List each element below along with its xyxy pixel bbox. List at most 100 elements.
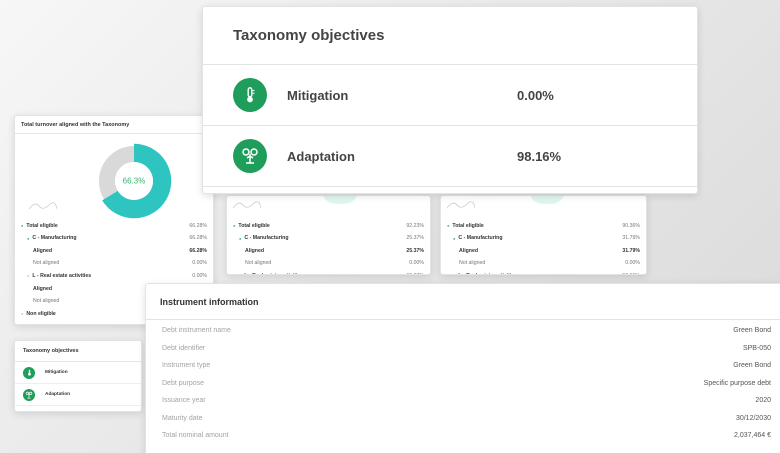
taxonomy-row-label: Adaptation <box>287 148 355 164</box>
breakdown-row-label-wrap: ● C - Manufacturing <box>233 235 289 241</box>
breakdown-row-value: 92.23% <box>406 222 424 229</box>
instrument-row: Total nominal amount 2,037,464 € <box>146 427 780 445</box>
breakdown-row-label: L - Real estate activities <box>32 272 92 279</box>
breakdown-row-label: L - Real estate activities <box>458 273 517 274</box>
breakdown-row-label-wrap: Not aligned <box>21 260 59 266</box>
breakdown-row-label-wrap: ● Total eligible <box>233 223 270 229</box>
breakdown-row-value: 0.00% <box>192 260 207 267</box>
breakdown-row-value: 25.37% <box>406 247 424 254</box>
breakdown-row: ●L - Real estate activities 66.87% <box>233 271 424 274</box>
breakdown-row-label-wrap: ● C - Manufacturing <box>21 235 77 241</box>
breakdown-row: Aligned 66.28% <box>21 246 207 255</box>
small-taxonomy-title: Taxonomy objectives <box>15 341 141 362</box>
breakdown-row: ● Total eligible 66.28% <box>21 221 207 230</box>
breakdown-row: ● C - Manufacturing 31.79% <box>447 234 640 243</box>
bullet-icon: ● <box>21 311 24 317</box>
breakdown-row-label-wrap: Not aligned <box>21 298 59 304</box>
small-taxonomy-label: Adaptation <box>45 392 71 397</box>
taxonomy-objectives-title: Taxonomy objectives <box>203 7 697 65</box>
bullet-icon: ● <box>27 273 30 279</box>
instrument-row: Debt instrument name Green Bond <box>146 322 780 340</box>
instrument-row-key: Maturity date <box>162 414 203 422</box>
turnover-donut: 66.3% <box>15 136 213 231</box>
instrument-row-key: Issuance year <box>162 397 206 405</box>
breakdown-row: Aligned 25.37% <box>233 246 424 255</box>
breakdown-row-value: 66.28% <box>189 235 207 242</box>
breakdown-row-value: 66.28% <box>189 222 207 229</box>
bullet-icon: ● <box>233 223 236 228</box>
breakdown-row-label-wrap: ● C - Manufacturing <box>447 235 503 241</box>
taxonomy-row-label: Mitigation <box>287 87 349 103</box>
bullet-icon: ● <box>21 223 24 228</box>
breakdown-row-label: C - Manufacturing <box>32 235 77 242</box>
instrument-row-key: Debt instrument name <box>162 327 231 335</box>
small-taxonomy-row-mitigation[interactable]: Mitigation <box>15 362 141 384</box>
bullet-icon: ● <box>239 235 242 241</box>
breakdown-row: Not aligned 0.00% <box>447 259 640 268</box>
breakdown-row-label-wrap: ●L - Real estate activities <box>233 273 303 274</box>
breakdown-row-label-wrap: ● Total eligible <box>447 223 484 229</box>
taxonomy-row-mitigation[interactable]: Mitigation 0.00% <box>203 65 697 126</box>
instrument-row: Maturity date 30/12/2030 <box>146 410 780 428</box>
instrument-row-value: 2,037,464 € <box>734 432 771 440</box>
breakdown-row-label: Not aligned <box>33 298 60 305</box>
instrument-row: Debt purpose Specific purpose debt <box>146 375 780 393</box>
breakdown-row-label: Total eligible <box>452 222 484 229</box>
instrument-row-value: 30/12/2030 <box>735 414 771 422</box>
breakdown-row: ● C - Manufacturing 66.28% <box>21 234 207 243</box>
breakdown-row-label: L - Real estate activities <box>244 273 303 274</box>
breakdown-row: Not aligned 0.00% <box>233 259 424 268</box>
instrument-row-value: Specific purpose debt <box>703 379 771 387</box>
instrument-title: Instrument information <box>146 284 780 320</box>
bullet-icon: ● <box>447 223 450 228</box>
adaptation-icon <box>233 139 267 173</box>
breakdown-row-label: Not aligned <box>459 260 486 267</box>
breakdown-row-label: Non eligible <box>26 310 56 317</box>
instrument-row-value: Green Bond <box>733 327 771 335</box>
thermometer-icon <box>23 366 35 379</box>
breakdown-row-label: Total eligible <box>238 222 270 229</box>
donut-partial <box>529 196 565 204</box>
breakdown-row-label: Aligned <box>33 247 53 254</box>
breakdown-row-label-wrap: Not aligned <box>233 260 271 266</box>
small-taxonomy-row-adaptation[interactable]: Adaptation <box>15 384 141 406</box>
breakdown-row: ● C - Manufacturing 25.37% <box>233 234 424 243</box>
breakdown-row-value: 31.79% <box>622 247 640 254</box>
breakdown-row-label-wrap: Aligned <box>21 286 52 292</box>
breakdown-row-label-wrap: Aligned <box>233 248 264 254</box>
breakdown-row-label-wrap: ● Non eligible <box>21 311 56 317</box>
breakdown-row-label: Total eligible <box>26 222 58 229</box>
breakdown-row-label: Aligned <box>459 247 479 254</box>
instrument-row-value: SPB-050 <box>742 344 771 352</box>
sparkline-icon <box>29 202 57 210</box>
adaptation-icon <box>23 388 35 401</box>
bullet-icon: ● <box>453 235 456 241</box>
breakdown-row: Not aligned 0.00% <box>21 259 207 268</box>
breakdown-row-label: C - Manufacturing <box>244 235 289 242</box>
sparkline-icon <box>447 201 475 209</box>
breakdown-row-label: Not aligned <box>33 260 60 267</box>
instrument-row: Instrument type Green Bond <box>146 357 780 375</box>
sparkline-icon <box>233 201 261 209</box>
breakdown-row: ● L - Real estate activities 0.00% <box>21 271 207 280</box>
small-taxonomy-label: Mitigation <box>45 370 68 375</box>
breakdown-row-label-wrap: ● Total eligible <box>21 223 58 229</box>
breakdown-row-label: Not aligned <box>245 260 272 267</box>
instrument-row-key: Debt identifier <box>162 344 206 352</box>
taxonomy-row-adaptation[interactable]: Adaptation 98.16% <box>203 126 697 187</box>
instrument-row: Issuance year 2020 <box>146 392 780 410</box>
breakdown-row: ● Total eligible 90.36% <box>447 221 640 230</box>
bullet-icon: ● <box>453 273 455 274</box>
small-taxonomy-card: Taxonomy objectives Mitigation Adaptatio… <box>14 340 142 412</box>
instrument-row: Debt identifier SPB-050 <box>146 340 780 358</box>
breakdown-row-value: 66.28% <box>189 247 207 254</box>
breakdown-row-value: 0.00% <box>409 260 424 267</box>
donut-center-label: 66.3% <box>123 177 146 186</box>
instrument-row-key: Debt purpose <box>162 379 205 387</box>
instrument-row-value: Green Bond <box>733 362 771 370</box>
instrument-row-key: Instrument type <box>162 362 211 370</box>
breakdown-row-label: Aligned <box>33 285 53 292</box>
donut-partial <box>322 196 358 204</box>
breakdown-row-value: 0.00% <box>625 260 640 267</box>
instrument-row-key: Total nominal amount <box>162 432 229 440</box>
